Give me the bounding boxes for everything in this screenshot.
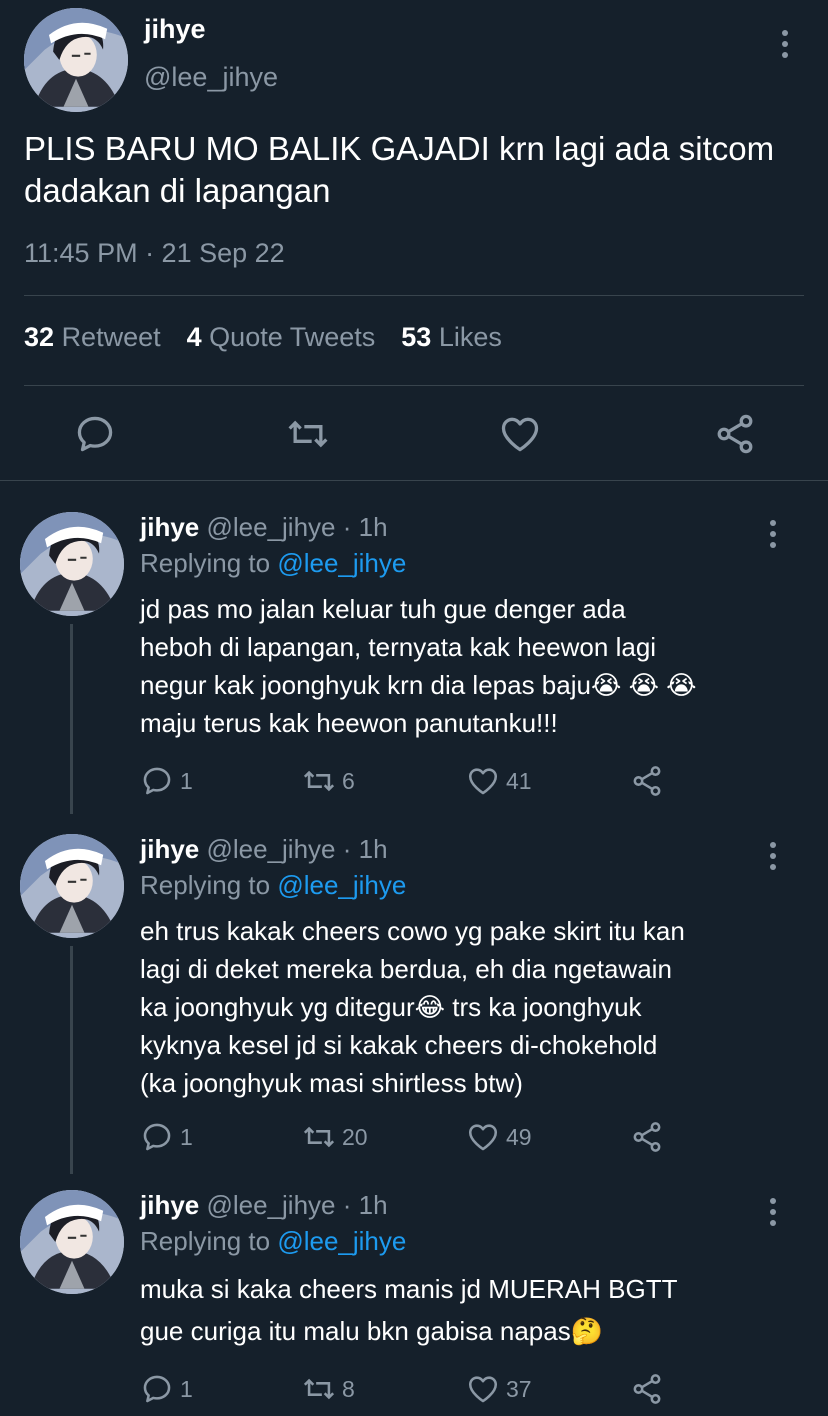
- quote-tweets-stat[interactable]: 4 Quote Tweets: [187, 322, 376, 353]
- tweet-timestamp[interactable]: 11:45 PM · 21 Sep 22: [24, 238, 285, 269]
- like-icon: [466, 1372, 500, 1406]
- avatar[interactable]: [20, 1190, 124, 1294]
- tweet-stats: 32 Retweet 4 Quote Tweets 53 Likes: [24, 322, 502, 353]
- user-handle[interactable]: @lee_jihye: [144, 62, 278, 93]
- reply-button[interactable]: 1: [140, 1120, 193, 1154]
- retweet-icon: [302, 764, 336, 798]
- display-name[interactable]: jihye: [144, 14, 206, 45]
- mention-link[interactable]: @lee_jihye: [277, 870, 406, 900]
- user-handle[interactable]: @lee_jihye: [206, 1190, 335, 1220]
- reply-icon: [140, 764, 174, 798]
- reply-header: jihye @lee_jihye · 1h: [140, 512, 388, 543]
- tweet-text: PLIS BARU MO BALIK GAJADI krn lagi ada s…: [24, 130, 775, 209]
- reply-actions: 1 8 37: [140, 1372, 700, 1412]
- reply-time[interactable]: · 1h: [343, 512, 388, 542]
- retweet-count: 8: [342, 1375, 355, 1402]
- avatar[interactable]: [20, 512, 124, 616]
- reply-header: jihye @lee_jihye · 1h: [140, 834, 388, 865]
- more-options-icon[interactable]: [768, 1198, 778, 1226]
- share-button[interactable]: [630, 1372, 664, 1406]
- share-button[interactable]: [630, 1120, 664, 1154]
- reply-time[interactable]: · 1h: [343, 1190, 388, 1220]
- reply-count: 1: [180, 1375, 193, 1402]
- user-handle[interactable]: @lee_jihye: [206, 512, 335, 542]
- display-name[interactable]: jihye: [140, 512, 199, 542]
- like-icon: [466, 764, 500, 798]
- like-count: 41: [506, 767, 532, 794]
- retweets-stat[interactable]: 32 Retweet: [24, 322, 161, 353]
- more-options-icon[interactable]: [768, 842, 778, 870]
- avatar-image: [20, 834, 124, 938]
- avatar-image: [20, 512, 124, 616]
- retweet-button[interactable]: 20: [302, 1120, 368, 1154]
- tweet-actions: [0, 412, 828, 460]
- reply-button[interactable]: 1: [140, 1372, 193, 1406]
- reply-icon: [140, 1372, 174, 1406]
- avatar[interactable]: [24, 8, 128, 112]
- user-handle[interactable]: @lee_jihye: [206, 834, 335, 864]
- reply-count: 1: [180, 767, 193, 794]
- reply-text: jd pas mo jalan keluar tuh gue denger ad…: [140, 594, 697, 738]
- like-icon: [466, 1120, 500, 1154]
- reply-count: 1: [180, 1123, 193, 1150]
- like-count: 49: [506, 1123, 532, 1150]
- retweet-count: 20: [342, 1123, 368, 1150]
- replying-to: Replying to @lee_jihye: [140, 1226, 407, 1256]
- like-icon[interactable]: [498, 412, 542, 456]
- like-count: 37: [506, 1375, 532, 1402]
- reply-icon: [140, 1120, 174, 1154]
- thread-line: [70, 946, 73, 1174]
- main-tweet: jihye @lee_jihye PLIS BARU MO BALIK GAJA…: [0, 0, 828, 480]
- like-button[interactable]: 37: [466, 1372, 532, 1406]
- divider: [24, 385, 804, 386]
- reply-actions: 1 6 41: [140, 764, 700, 804]
- share-icon: [630, 1372, 664, 1406]
- replying-to: Replying to @lee_jihye: [140, 548, 407, 578]
- thread-line: [70, 624, 73, 814]
- divider: [24, 295, 804, 296]
- likes-stat[interactable]: 53 Likes: [401, 322, 502, 353]
- retweet-button[interactable]: 6: [302, 764, 355, 798]
- reply-text: muka si kaka cheers manis jd MUERAH BGTT…: [140, 1274, 678, 1346]
- retweet-icon: [302, 1372, 336, 1406]
- more-options-icon[interactable]: [780, 30, 790, 58]
- retweet-icon: [302, 1120, 336, 1154]
- mention-link[interactable]: @lee_jihye: [277, 1226, 406, 1256]
- replying-to: Replying to @lee_jihye: [140, 870, 407, 900]
- avatar-image: [24, 8, 128, 112]
- display-name[interactable]: jihye: [140, 834, 199, 864]
- mention-link[interactable]: @lee_jihye: [277, 548, 406, 578]
- reply-time[interactable]: · 1h: [343, 834, 388, 864]
- reply-header: jihye @lee_jihye · 1h: [140, 1190, 388, 1221]
- reply-button[interactable]: 1: [140, 764, 193, 798]
- retweet-button[interactable]: 8: [302, 1372, 355, 1406]
- reply-text: eh trus kakak cheers cowo yg pake skirt …: [140, 916, 685, 1098]
- like-button[interactable]: 49: [466, 1120, 532, 1154]
- share-button[interactable]: [630, 764, 664, 798]
- more-options-icon[interactable]: [768, 520, 778, 548]
- share-icon: [630, 764, 664, 798]
- retweet-count: 6: [342, 767, 355, 794]
- share-icon: [630, 1120, 664, 1154]
- share-icon[interactable]: [713, 412, 757, 456]
- section-divider: [0, 480, 828, 481]
- reply-icon[interactable]: [73, 412, 117, 456]
- like-button[interactable]: 41: [466, 764, 532, 798]
- avatar[interactable]: [20, 834, 124, 938]
- retweet-icon[interactable]: [286, 412, 330, 456]
- display-name[interactable]: jihye: [140, 1190, 199, 1220]
- reply-actions: 1 20 49: [140, 1120, 700, 1160]
- avatar-image: [20, 1190, 124, 1294]
